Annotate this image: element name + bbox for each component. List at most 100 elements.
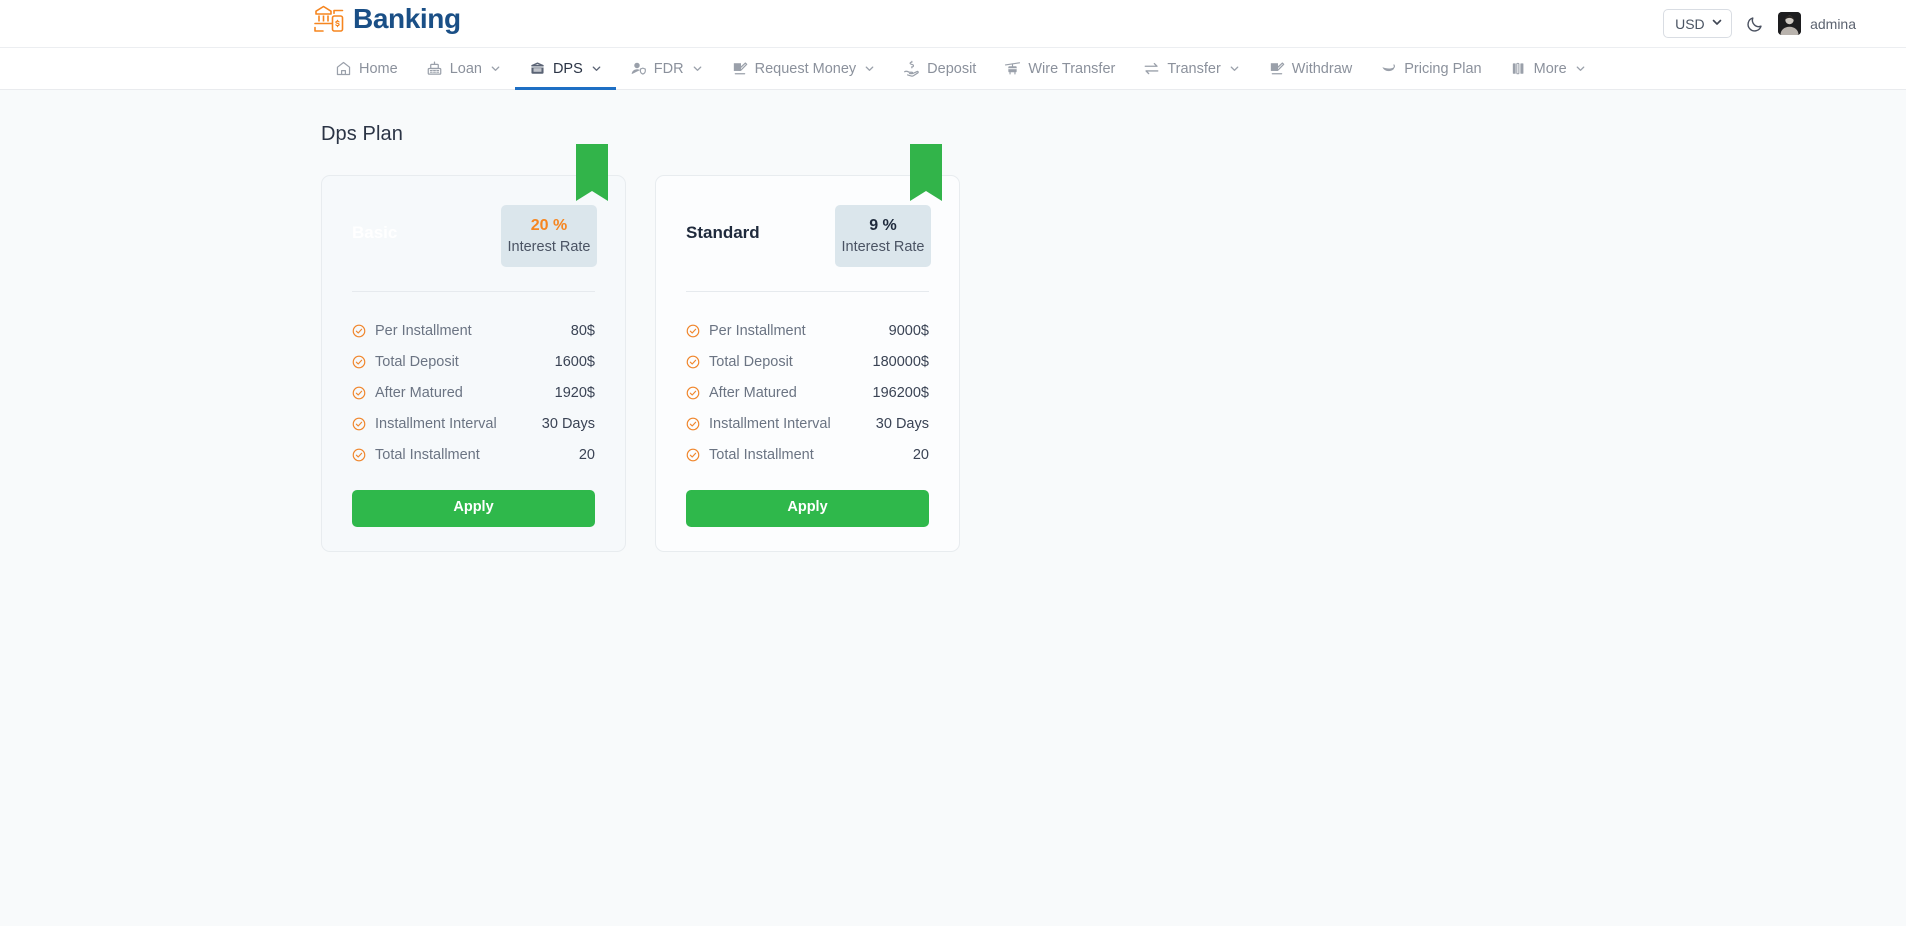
apply-button[interactable]: Apply	[686, 490, 929, 527]
nav-label: Wire Transfer	[1028, 60, 1116, 77]
plan-feature-row: Installment Interval 30 Days	[352, 408, 595, 439]
check-circle-icon	[686, 324, 700, 338]
plan-feature-label: Total Installment	[709, 446, 814, 463]
nav-label: More	[1533, 60, 1567, 77]
plan-feature-value: 80$	[570, 322, 595, 339]
plan-feature-label: Per Installment	[709, 322, 806, 339]
nav-label: DPS	[552, 60, 583, 77]
plan-feature-row: Total Deposit 1600$	[352, 346, 595, 377]
plan-card-standard: Standard 9 % Interest Rate Per Installme…	[655, 144, 960, 552]
nav-label: Deposit	[927, 60, 977, 77]
apply-button-wrapper: Apply	[656, 470, 959, 527]
apply-button-wrapper: Apply	[322, 470, 625, 527]
avatar	[1778, 12, 1802, 35]
book-stack-icon	[1510, 60, 1527, 77]
bookmark-ribbon-icon	[910, 144, 942, 201]
chevron-down-icon	[1229, 63, 1240, 74]
check-circle-icon	[352, 355, 366, 369]
user-menu[interactable]: admina	[1778, 12, 1856, 35]
currency-select[interactable]: USD	[1663, 9, 1733, 38]
nav-item-deposit[interactable]: Deposit	[889, 48, 990, 89]
plan-feature-row: Total Installment 20	[352, 439, 595, 470]
chevron-down-icon	[490, 63, 501, 74]
nav-item-fdr[interactable]: FDR	[616, 48, 717, 89]
check-circle-icon	[352, 324, 366, 338]
interest-rate-badge: 9 % Interest Rate	[835, 205, 931, 268]
nav-label: Pricing Plan	[1404, 60, 1482, 77]
nav-item-request-money[interactable]: Request Money	[717, 48, 890, 89]
wire-tower-icon	[1004, 60, 1021, 77]
plan-feature-value: 30 Days	[875, 415, 929, 432]
plan-feature-list: Per Installment 9000$ Total Deposit 1800…	[656, 292, 959, 470]
plan-feature-label: After Matured	[709, 384, 797, 401]
nav-item-pricing-plan[interactable]: Pricing Plan	[1366, 48, 1495, 89]
chevron-down-icon	[591, 63, 602, 74]
plan-feature-label: Per Installment	[375, 322, 472, 339]
check-circle-icon	[686, 417, 700, 431]
page-content: Dps Plan Basic 20 % Interest Rate Per In…	[0, 90, 1906, 552]
interest-rate-label: Interest Rate	[841, 239, 925, 256]
moon-icon[interactable]	[1746, 15, 1764, 33]
nav-item-dps[interactable]: DPS	[514, 48, 616, 90]
plan-feature-row: Installment Interval 30 Days	[686, 408, 929, 439]
plan-feature-value: 180000$	[872, 353, 929, 370]
interest-rate-value: 20 %	[530, 217, 568, 234]
withdraw-doc-icon	[1268, 60, 1285, 77]
username-label: admina	[1810, 15, 1856, 32]
apply-button[interactable]: Apply	[352, 490, 595, 527]
nav-label: FDR	[653, 60, 684, 77]
plan-feature-value: 30 Days	[541, 415, 595, 432]
nav-item-wire-transfer[interactable]: Wire Transfer	[990, 48, 1129, 89]
plan-feature-row: Total Installment 20	[686, 439, 929, 470]
plan-feature-label: After Matured	[375, 384, 463, 401]
currency-select-wrapper[interactable]: USD	[1663, 9, 1733, 38]
nav-item-more[interactable]: More	[1496, 48, 1600, 89]
interest-rate-label: Interest Rate	[507, 239, 591, 256]
nav-item-home[interactable]: Home	[321, 48, 412, 89]
plan-feature-label: Installment Interval	[375, 415, 497, 432]
home-icon	[335, 60, 352, 77]
nav-label: Transfer	[1167, 60, 1221, 77]
plan-name: Standard	[686, 223, 760, 243]
plan-feature-value: 20	[578, 446, 595, 463]
bank-mobile-logo-icon	[313, 3, 347, 35]
check-circle-icon	[352, 386, 366, 400]
check-circle-icon	[686, 355, 700, 369]
nav-label: Request Money	[754, 60, 857, 77]
chevron-down-icon	[864, 63, 875, 74]
chevron-down-icon	[1575, 63, 1586, 74]
bookmark-ribbon-icon	[576, 144, 608, 201]
plan-feature-row: Per Installment 80$	[352, 315, 595, 346]
nav-label: Home	[359, 60, 398, 77]
exchange-arrows-icon	[1143, 60, 1160, 77]
main-navigation: Home Loan DPS FDR Request Money Deposit …	[0, 47, 1906, 90]
brand-name: Banking	[353, 3, 461, 34]
plan-feature-value: 196200$	[872, 384, 929, 401]
page-title: Dps Plan	[321, 123, 403, 145]
nav-item-transfer[interactable]: Transfer	[1129, 48, 1253, 89]
swoosh-icon	[1380, 60, 1397, 77]
plan-feature-value: 1920$	[554, 384, 595, 401]
brand-logo-link[interactable]: Banking	[313, 3, 461, 35]
bank-vault-icon	[529, 60, 546, 77]
top-header: Banking USD admina	[0, 0, 1906, 47]
hand-money-icon	[903, 60, 920, 77]
interest-rate-badge: 20 % Interest Rate	[501, 205, 597, 268]
plan-feature-value: 1600$	[554, 353, 595, 370]
user-shield-icon	[630, 60, 647, 77]
plan-feature-label: Total Deposit	[375, 353, 459, 370]
check-circle-icon	[352, 448, 366, 462]
plan-feature-label: Total Deposit	[709, 353, 793, 370]
header-actions: USD admina	[1663, 0, 1856, 47]
interest-rate-value: 9 %	[869, 217, 897, 234]
nav-label: Withdraw	[1291, 60, 1353, 77]
chevron-down-icon	[692, 63, 703, 74]
plan-card-list: Basic 20 % Interest Rate Per Installment…	[0, 144, 1906, 552]
plan-feature-row: After Matured 1920$	[352, 377, 595, 408]
nav-item-withdraw[interactable]: Withdraw	[1254, 48, 1366, 89]
check-circle-icon	[686, 386, 700, 400]
plan-feature-row: Per Installment 9000$	[686, 315, 929, 346]
check-circle-icon	[686, 448, 700, 462]
check-circle-icon	[352, 417, 366, 431]
nav-item-loan[interactable]: Loan	[412, 48, 515, 89]
